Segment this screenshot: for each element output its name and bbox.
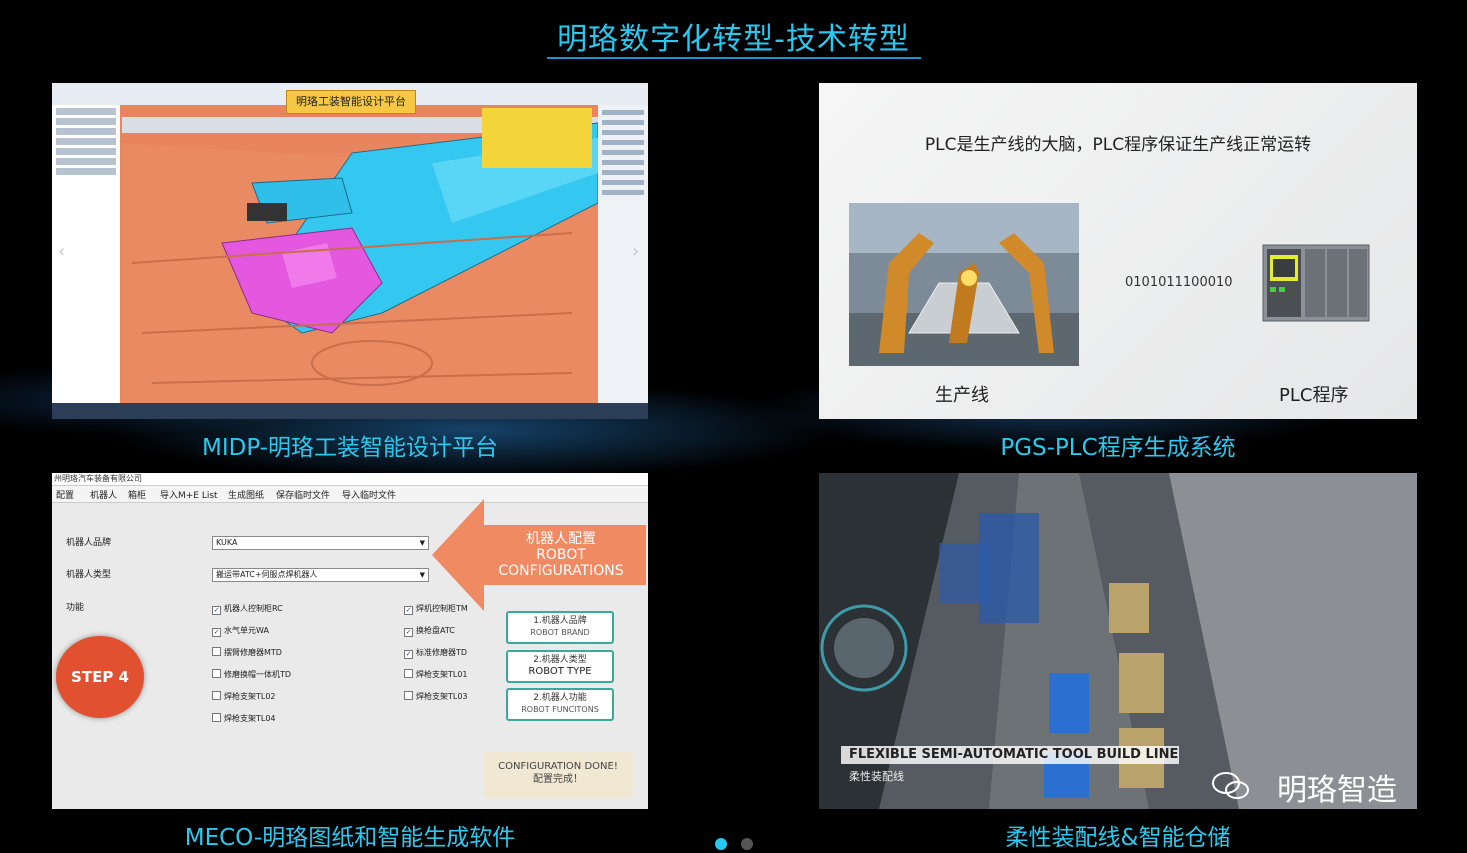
function-checkbox-label: 标准修磨器TD xyxy=(416,648,468,657)
function-checkbox[interactable]: 焊枪支架TL02 xyxy=(212,691,276,702)
done-text-en: CONFIGURATION DONE! xyxy=(498,761,618,772)
carousel-next-button[interactable]: › xyxy=(632,241,639,262)
function-checkbox-label: 焊枪支架TL03 xyxy=(416,692,468,701)
caption-pgs: PGS-PLC程序生成系统 xyxy=(1000,435,1236,461)
function-checkbox[interactable]: 焊枪支架TL03 xyxy=(404,691,468,702)
carousel-prev-button[interactable]: ‹ xyxy=(58,241,65,262)
checkbox-checked-icon: ✓ xyxy=(404,606,413,615)
label-production-line: 生产线 xyxy=(935,385,989,406)
label-plc-program: PLC程序 xyxy=(1279,385,1349,406)
caption-flex: 柔性装配线&智能仓储 xyxy=(1005,825,1231,851)
pgs-tagline: PLC是生产线的大脑，PLC程序保证生产线正常运转 xyxy=(924,135,1312,155)
function-checkbox[interactable]: 摆臂修磨器MTD xyxy=(212,647,282,658)
menu-generate-drawing[interactable]: 生成图纸 xyxy=(228,488,264,501)
binary-code: 0101011100010 xyxy=(1125,275,1233,290)
brand-watermark: 明珞智造 xyxy=(1277,773,1397,808)
menu-save-temp[interactable]: 保存临时文件 xyxy=(276,488,330,501)
robot-config-arrow-text: 机器人配置 ROBOT CONFIGURATIONS xyxy=(474,531,648,579)
done-text-cn: 配置完成！ xyxy=(533,774,583,785)
windows-taskbar xyxy=(52,403,648,419)
pgs-panel: PLC是生产线的大脑，PLC程序保证生产线正常运转 0101011100010 … xyxy=(819,83,1417,419)
meco-window-title: 州明珞汽车装备有限公司 xyxy=(52,473,648,486)
midp-screenshot: 明珞工装智能设计平台 ‹ › xyxy=(52,83,648,419)
info-box-en: ROBOT FUNCITONS xyxy=(521,705,599,714)
arrow-text-en2: CONFIGURATIONS xyxy=(498,563,624,579)
checkbox-unchecked-icon xyxy=(404,691,413,700)
info-box-cn: 2.机器人功能 xyxy=(533,693,587,703)
info-box-en: ROBOT TYPE xyxy=(528,666,592,677)
info-box-en: ROBOT BRAND xyxy=(530,628,590,637)
menu-cabinet[interactable]: 箱柜 xyxy=(128,488,146,501)
function-checkbox-label: 焊枪支架TL01 xyxy=(416,670,468,679)
configuration-done-box: CONFIGURATION DONE! 配置完成！ xyxy=(483,752,633,798)
title-underline xyxy=(547,57,921,59)
dropdown-arrow-icon: ▼ xyxy=(419,571,425,579)
pager-dot-active[interactable] xyxy=(715,838,727,850)
menu-config[interactable]: 配置 xyxy=(56,488,74,501)
function-checkbox[interactable]: ✓ 水气单元WA xyxy=(212,625,269,637)
wechat-icon xyxy=(1212,772,1249,799)
flexible-line-banner: FLEXIBLE SEMI-AUTOMATIC TOOL BUILD LINE xyxy=(841,746,1179,764)
function-checkbox[interactable]: ✓ 标准修磨器TD xyxy=(404,647,467,659)
info-box-functions: 2.机器人功能 ROBOT FUNCITONS xyxy=(506,688,614,721)
pager-dot[interactable] xyxy=(741,838,753,850)
catia-catalog-pane xyxy=(598,105,648,405)
checkbox-checked-icon: ✓ xyxy=(404,628,413,637)
function-checkbox[interactable]: ✓ 机器人控制柜RC xyxy=(212,603,283,615)
midp-app-badge: 明珞工装智能设计平台 xyxy=(286,90,416,114)
checkbox-checked-icon: ✓ xyxy=(212,628,221,637)
dropdown-arrow-icon: ▼ xyxy=(419,539,425,547)
function-checkbox-label: 修磨换帽一体机TD xyxy=(224,670,292,679)
function-checkbox-label: 焊枪支架TL02 xyxy=(224,692,276,701)
function-label: 功能 xyxy=(66,603,85,613)
arrow-text-cn: 机器人配置 xyxy=(526,531,596,547)
menu-robot[interactable]: 机器人 xyxy=(90,488,117,501)
arrow-text-en1: ROBOT xyxy=(536,547,586,563)
function-checkbox-label: 水气单元WA xyxy=(224,626,269,635)
flexible-line-subtitle: 柔性装配线 xyxy=(849,770,904,783)
type-select[interactable]: 搬运带ATC+伺服点焊机器人 ▼ xyxy=(212,568,429,582)
type-select-value: 搬运带ATC+伺服点焊机器人 xyxy=(216,570,318,579)
brand-select-value: KUKA xyxy=(216,538,238,547)
function-checkbox-label: 机器人控制柜RC xyxy=(224,604,283,613)
function-checkbox-label: 摆臂修磨器MTD xyxy=(224,648,282,657)
menu-import-temp[interactable]: 导入临时文件 xyxy=(342,488,396,501)
function-checkbox[interactable]: 焊枪支架TL01 xyxy=(404,669,468,680)
checkbox-unchecked-icon xyxy=(212,691,221,700)
info-box-type: 2.机器人类型 ROBOT TYPE xyxy=(506,650,614,683)
menu-import-me-list[interactable]: 导入M+E List xyxy=(160,488,218,501)
step-badge: STEP 4 xyxy=(56,636,144,718)
brand-select[interactable]: KUKA ▼ xyxy=(212,536,429,550)
production-line-image xyxy=(849,203,1079,366)
function-checkbox[interactable]: ✓ 换枪盘ATC xyxy=(404,625,455,637)
function-checkbox-label: 换枪盘ATC xyxy=(416,626,455,635)
page-title: 明珞数字化转型-技术转型 xyxy=(557,22,910,57)
type-label: 机器人类型 xyxy=(66,570,112,580)
checkbox-unchecked-icon xyxy=(212,647,221,656)
info-box-cn: 1.机器人品牌 xyxy=(533,616,587,626)
checkbox-unchecked-icon xyxy=(212,713,221,722)
plc-device-image xyxy=(1262,244,1370,322)
caption-midp: MIDP-明珞工装智能设计平台 xyxy=(201,435,498,461)
info-box-brand: 1.机器人品牌 ROBOT BRAND xyxy=(506,611,614,644)
brand-label: 机器人品牌 xyxy=(66,538,112,548)
info-box-cn: 2.机器人类型 xyxy=(533,655,587,665)
checkbox-checked-icon: ✓ xyxy=(404,650,413,659)
function-checkbox[interactable]: 焊枪支架TL04 xyxy=(212,713,276,724)
checkbox-unchecked-icon xyxy=(404,669,413,678)
function-checkbox[interactable]: 修磨换帽一体机TD xyxy=(212,669,291,680)
checkbox-checked-icon: ✓ xyxy=(212,606,221,615)
checkbox-unchecked-icon xyxy=(212,669,221,678)
caption-meco: MECO-明珞图纸和智能生成软件 xyxy=(184,825,516,851)
meco-screenshot: 州明珞汽车装备有限公司 配置 机器人 箱柜 导入M+E List 生成图纸 保存… xyxy=(52,473,648,809)
function-checkbox-label: 焊枪支架TL04 xyxy=(224,714,276,723)
fixture-3d-model xyxy=(122,108,599,403)
flexible-line-photo: FLEXIBLE SEMI-AUTOMATIC TOOL BUILD LINE … xyxy=(819,473,1417,809)
